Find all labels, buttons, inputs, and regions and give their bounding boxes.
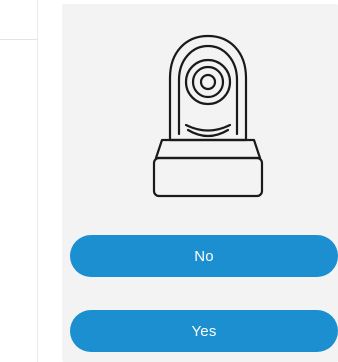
security-camera-icon [152,34,264,198]
divider [0,39,37,40]
left-pane [0,0,37,362]
yes-button[interactable]: Yes [70,310,338,352]
divider [37,0,38,362]
no-button[interactable]: No [70,235,338,277]
screen: No Yes [0,0,338,362]
